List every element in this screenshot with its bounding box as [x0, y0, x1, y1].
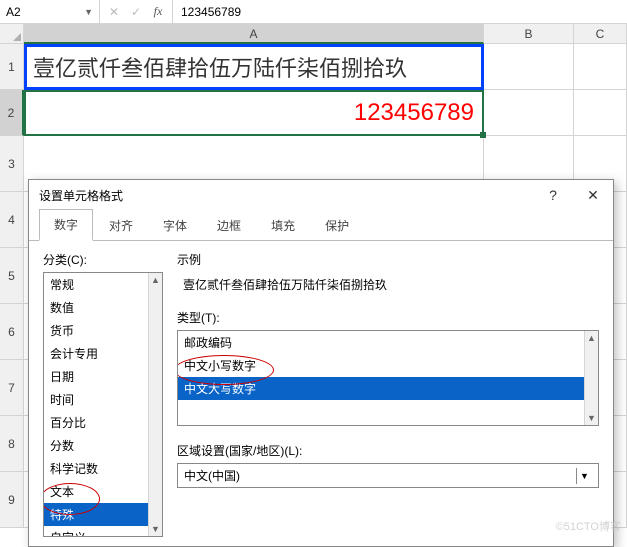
- category-item[interactable]: 货币: [44, 319, 162, 342]
- tab-number[interactable]: 数字: [39, 209, 93, 241]
- column-header-C[interactable]: C: [574, 24, 627, 44]
- scroll-up-icon[interactable]: ▲: [149, 273, 162, 287]
- row-header-9[interactable]: 9: [0, 472, 24, 528]
- cell-A1-value: 壹亿贰仟叁佰肆拾伍万陆仟柒佰捌拾玖: [33, 51, 407, 83]
- type-scrollbar[interactable]: ▲ ▼: [584, 331, 598, 425]
- sample-value: 壹亿贰仟叁佰肆拾伍万陆仟柒佰捌拾玖: [177, 272, 599, 297]
- watermark: ©51CTO博客: [556, 518, 621, 534]
- scroll-up-icon[interactable]: ▲: [585, 331, 598, 345]
- formula-value: 123456789: [181, 5, 241, 19]
- scroll-down-icon[interactable]: ▼: [585, 411, 598, 425]
- cell-A2-value: 123456789: [354, 99, 474, 127]
- cell-A1[interactable]: 壹亿贰仟叁佰肆拾伍万陆仟柒佰捌拾玖: [24, 44, 484, 90]
- type-list[interactable]: 邮政编码 中文小写数字 中文大写数字 ▲ ▼: [177, 330, 599, 426]
- category-item[interactable]: 数值: [44, 296, 162, 319]
- category-list[interactable]: 常规 数值 货币 会计专用 日期 时间 百分比 分数 科学记数 文本 特殊 自定…: [43, 272, 163, 537]
- category-item-selected[interactable]: 特殊: [44, 503, 162, 526]
- dialog-body: 分类(C): 常规 数值 货币 会计专用 日期 时间 百分比 分数 科学记数 文…: [29, 240, 613, 544]
- enter-icon: ✓: [128, 5, 144, 19]
- close-button[interactable]: ✕: [573, 180, 613, 210]
- worksheet: A B C 1 2 3 4 5 6 7 8 9 壹亿贰仟叁佰肆拾伍万陆仟柒佰捌拾…: [0, 24, 627, 538]
- row-headers: 1 2 3 4 5 6 7 8 9: [0, 44, 24, 528]
- cancel-icon: ✕: [106, 5, 122, 19]
- name-box-value: A2: [6, 5, 21, 19]
- formula-bar: A2 ▼ ✕ ✓ fx 123456789: [0, 0, 627, 24]
- formula-input[interactable]: 123456789: [173, 0, 627, 23]
- cell-A2[interactable]: 123456789: [24, 90, 484, 136]
- right-column: 示例 壹亿贰仟叁佰肆拾伍万陆仟柒佰捌拾玖 类型(T): 邮政编码 中文小写数字 …: [177, 251, 599, 534]
- type-label: 类型(T):: [177, 309, 599, 326]
- formula-bar-buttons: ✕ ✓ fx: [100, 0, 173, 23]
- row-header-8[interactable]: 8: [0, 416, 24, 472]
- format-cells-dialog: 设置单元格格式 ? ✕ 数字 对齐 字体 边框 填充 保护 分类(C): 常规 …: [28, 179, 614, 547]
- type-item[interactable]: 邮政编码: [178, 331, 598, 354]
- tab-protection[interactable]: 保护: [311, 211, 363, 240]
- type-item-selected[interactable]: 中文大写数字: [178, 377, 598, 400]
- fx-icon[interactable]: fx: [150, 4, 166, 19]
- chevron-down-icon[interactable]: ▼: [576, 468, 592, 484]
- chevron-down-icon[interactable]: ▼: [84, 7, 93, 17]
- select-all-corner[interactable]: [0, 24, 24, 44]
- type-item[interactable]: 中文小写数字: [178, 354, 598, 377]
- tab-alignment[interactable]: 对齐: [95, 211, 147, 240]
- region-value: 中文(中国): [184, 467, 240, 484]
- help-button[interactable]: ?: [533, 180, 573, 210]
- category-item[interactable]: 百分比: [44, 411, 162, 434]
- tab-font[interactable]: 字体: [149, 211, 201, 240]
- tab-border[interactable]: 边框: [203, 211, 255, 240]
- row-header-3[interactable]: 3: [0, 136, 24, 192]
- row-header-2[interactable]: 2: [0, 90, 24, 136]
- category-item[interactable]: 科学记数: [44, 457, 162, 480]
- category-scrollbar[interactable]: ▲ ▼: [148, 273, 162, 536]
- row-header-1[interactable]: 1: [0, 44, 24, 90]
- category-item[interactable]: 日期: [44, 365, 162, 388]
- category-item[interactable]: 时间: [44, 388, 162, 411]
- category-item[interactable]: 会计专用: [44, 342, 162, 365]
- category-item[interactable]: 自定义: [44, 526, 162, 537]
- column-header-B[interactable]: B: [484, 24, 574, 44]
- category-column: 分类(C): 常规 数值 货币 会计专用 日期 时间 百分比 分数 科学记数 文…: [43, 251, 163, 534]
- column-header-A[interactable]: A: [24, 24, 484, 44]
- category-label: 分类(C):: [43, 251, 163, 268]
- category-item[interactable]: 常规: [44, 273, 162, 296]
- category-item[interactable]: 文本: [44, 480, 162, 503]
- row-header-7[interactable]: 7: [0, 360, 24, 416]
- row-header-6[interactable]: 6: [0, 304, 24, 360]
- row-header-4[interactable]: 4: [0, 192, 24, 248]
- tab-fill[interactable]: 填充: [257, 211, 309, 240]
- region-label: 区域设置(国家/地区)(L):: [177, 442, 599, 459]
- dialog-title: 设置单元格格式: [39, 187, 123, 204]
- name-box[interactable]: A2 ▼: [0, 0, 100, 23]
- dialog-tabs: 数字 对齐 字体 边框 填充 保护: [29, 210, 613, 240]
- row-header-5[interactable]: 5: [0, 248, 24, 304]
- column-headers: A B C: [24, 24, 627, 44]
- sample-label: 示例: [177, 251, 599, 268]
- scroll-down-icon[interactable]: ▼: [149, 522, 162, 536]
- region-select[interactable]: 中文(中国) ▼: [177, 463, 599, 488]
- dialog-titlebar[interactable]: 设置单元格格式 ? ✕: [29, 180, 613, 210]
- category-item[interactable]: 分数: [44, 434, 162, 457]
